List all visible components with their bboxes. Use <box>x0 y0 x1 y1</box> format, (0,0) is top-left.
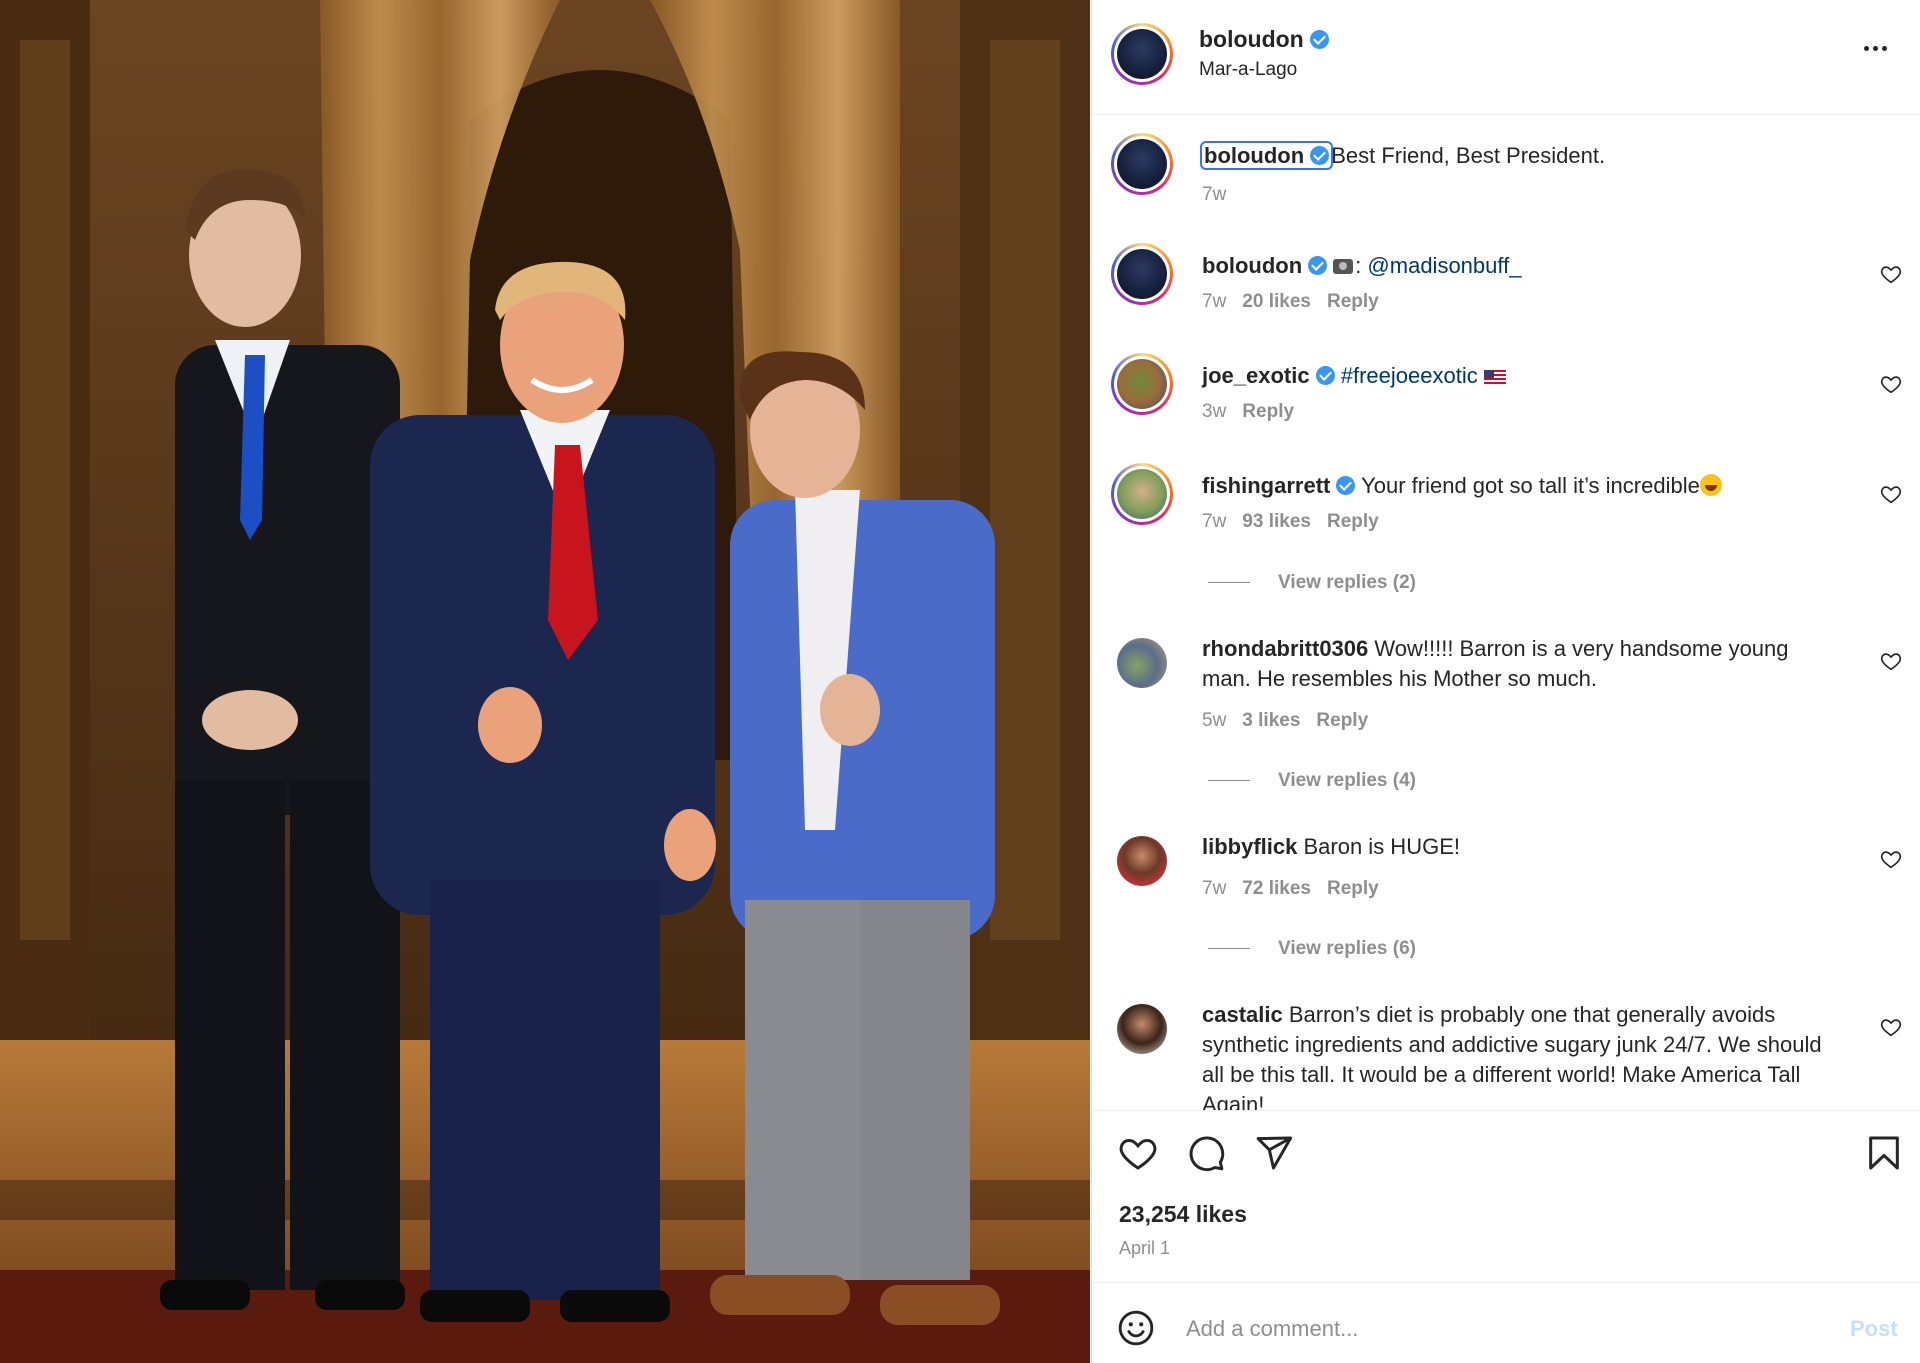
comment-avatar[interactable] <box>1111 830 1173 892</box>
reply-button[interactable]: Reply <box>1316 710 1368 731</box>
heart-icon[interactable] <box>1880 650 1902 672</box>
heart-icon[interactable] <box>1118 1133 1158 1173</box>
post-date: April 1 <box>1119 1238 1171 1258</box>
comment-username[interactable]: rhondabritt0306 <box>1202 636 1368 661</box>
comment-body: Your friend got so tall it’s incredible <box>1361 473 1700 498</box>
laughing-emoji-icon <box>1699 474 1722 496</box>
comment-body: Barron’s diet is probably one that gener… <box>1202 1002 1822 1110</box>
comment-username[interactable]: boloudon <box>1202 253 1302 278</box>
view-replies-button[interactable]: View replies (6) <box>1208 938 1416 960</box>
comment-icon[interactable] <box>1186 1133 1226 1173</box>
more-options-icon[interactable] <box>1862 38 1898 54</box>
verified-badge-icon <box>1308 256 1328 275</box>
reply-button[interactable]: Reply <box>1327 878 1379 899</box>
actions-divider <box>1092 1110 1920 1111</box>
author-avatar[interactable] <box>1111 23 1173 85</box>
us-flag-emoji-icon <box>1483 370 1506 384</box>
comment-text: libbyflick Baron is HUGE! <box>1202 832 1842 862</box>
post-comment-button[interactable]: Post <box>1850 1316 1898 1342</box>
comment-likes[interactable]: 93 likes <box>1242 511 1311 532</box>
heart-icon[interactable] <box>1880 483 1902 505</box>
view-replies-button[interactable]: View replies (4) <box>1208 770 1416 792</box>
comment-avatar[interactable] <box>1111 632 1173 694</box>
comment-meta: 7w 72 likes Reply <box>1202 878 1379 900</box>
author-username-text[interactable]: boloudon <box>1199 26 1304 52</box>
comment-meta: 7w 20 likes Reply <box>1202 291 1379 313</box>
verified-badge-icon <box>1309 30 1329 49</box>
share-icon[interactable] <box>1254 1133 1294 1173</box>
view-replies-button[interactable]: View replies (2) <box>1208 572 1416 594</box>
caption-avatar[interactable] <box>1111 133 1173 195</box>
post-location[interactable]: Mar-a-Lago <box>1199 59 1297 81</box>
hashtag-link[interactable]: #freejoeexotic <box>1341 363 1478 388</box>
heart-icon[interactable] <box>1880 373 1902 395</box>
comment-text: rhondabritt0306 Wow!!!!! Barron is a ver… <box>1202 634 1842 694</box>
verified-badge-icon <box>1315 366 1335 385</box>
comment-list-clip: castalic Barron’s diet is probably one t… <box>1092 995 1920 1110</box>
comment-text: boloudon: @madisonbuff_ <box>1202 253 1522 278</box>
comment-text: castalic Barron’s diet is probably one t… <box>1202 1000 1842 1110</box>
caption-text: boloudon Best Friend, Best President. <box>1199 141 1842 171</box>
comment-username[interactable]: castalic <box>1202 1002 1283 1027</box>
post-photo[interactable] <box>0 0 1090 1363</box>
caption-time: 7w <box>1202 184 1227 205</box>
heart-icon[interactable] <box>1880 848 1902 870</box>
comment-box-divider <box>1092 1282 1920 1283</box>
reply-button[interactable]: Reply <box>1327 291 1379 312</box>
reply-button[interactable]: Reply <box>1242 401 1294 422</box>
bookmark-icon[interactable] <box>1864 1133 1904 1173</box>
comment-time: 7w <box>1202 878 1227 899</box>
verified-badge-icon <box>1310 146 1330 165</box>
camera-emoji-icon <box>1333 259 1354 274</box>
comment-avatar[interactable] <box>1111 243 1173 305</box>
comment-likes[interactable]: 20 likes <box>1242 291 1311 312</box>
comment-meta: 5w 3 likes Reply <box>1202 710 1368 732</box>
comment-text: joe_exotic #freejoeexotic <box>1202 361 1842 391</box>
comment-text: fishingarrett Your friend got so tall it… <box>1202 471 1842 501</box>
reply-button[interactable]: Reply <box>1327 511 1379 532</box>
comment-likes[interactable]: 3 likes <box>1242 710 1300 731</box>
verified-badge-icon <box>1336 476 1356 495</box>
comment-time: 3w <box>1202 401 1227 422</box>
caption-username-focused[interactable]: boloudon <box>1199 141 1334 170</box>
mention-link[interactable]: @madisonbuff_ <box>1367 253 1521 278</box>
photo-illustration <box>0 0 1090 1363</box>
heart-icon[interactable] <box>1880 1016 1902 1038</box>
like-count[interactable]: 23,254 likes <box>1119 1201 1247 1228</box>
comment-username[interactable]: fishingarrett <box>1202 473 1330 498</box>
comment-meta: 7w 93 likes Reply <box>1202 511 1379 533</box>
post-detail-panel: boloudon Mar-a-Lago boloudon Best Friend,… <box>1091 0 1920 1363</box>
comment-username[interactable]: libbyflick <box>1202 834 1297 859</box>
add-comment-input[interactable]: Add a comment... <box>1186 1316 1358 1342</box>
comment-meta: 3w Reply <box>1202 401 1294 423</box>
header-divider <box>1092 114 1920 115</box>
comment-time: 7w <box>1202 511 1227 532</box>
caption-username[interactable]: boloudon <box>1204 143 1304 168</box>
emoji-icon[interactable] <box>1117 1309 1155 1347</box>
comment-body: Baron is HUGE! <box>1303 834 1460 859</box>
comment-time: 7w <box>1202 291 1227 312</box>
author-username[interactable]: boloudon <box>1199 26 1329 53</box>
comment-avatar[interactable] <box>1111 998 1173 1060</box>
comment-time: 5w <box>1202 710 1227 731</box>
comment-avatar[interactable] <box>1111 353 1173 415</box>
caption-body: Best Friend, Best President. <box>1331 143 1606 168</box>
comment-username[interactable]: joe_exotic <box>1202 363 1310 388</box>
comment-likes[interactable]: 72 likes <box>1242 878 1311 899</box>
heart-icon[interactable] <box>1880 263 1902 285</box>
comment-avatar[interactable] <box>1111 463 1173 525</box>
